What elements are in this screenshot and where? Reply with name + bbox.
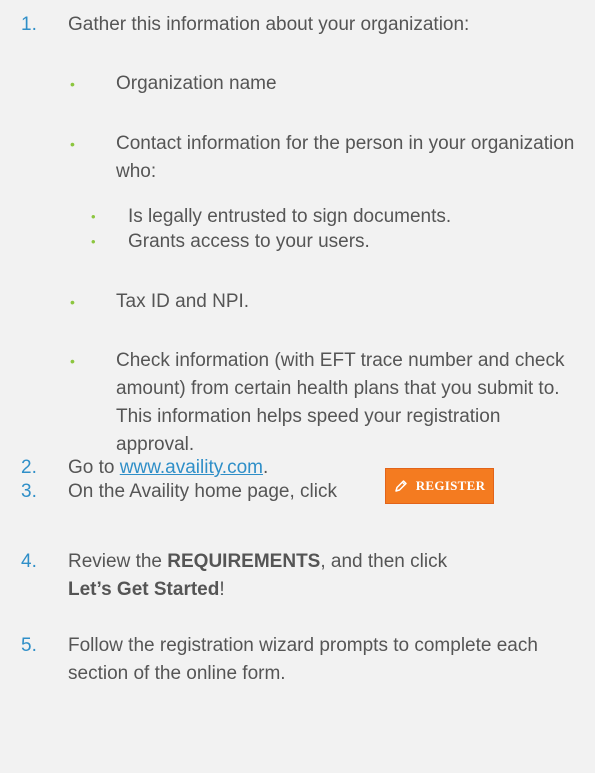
- lets-get-started-label: Let’s Get Started: [68, 579, 220, 600]
- step-4-text-before: Review the: [68, 551, 168, 572]
- pencil-icon: [394, 479, 408, 493]
- instructions-page: 1. Gather this information about your or…: [0, 0, 595, 773]
- bullet: •: [70, 353, 75, 369]
- step-1-number: 1.: [21, 14, 37, 35]
- bullet-tax-id: Tax ID and NPI.: [116, 291, 250, 312]
- step-4-text-after: !: [219, 579, 225, 600]
- bullet: •: [70, 76, 75, 92]
- bullet-check-information: Check information (with EFT trace number…: [116, 350, 565, 455]
- step-2-text-before: Go to: [68, 457, 120, 478]
- sub-bullet: •: [91, 234, 96, 249]
- register-button-label: REGISTER: [415, 478, 486, 493]
- sub-bullet-sign-documents: Is legally entrusted to sign documents.: [128, 206, 452, 227]
- bullet-contact-information: Contact information for the person in yo…: [116, 133, 575, 182]
- sub-bullet: •: [91, 209, 96, 224]
- step-1-text: Gather this information about your organ…: [68, 14, 470, 35]
- availity-link[interactable]: www.availity.com: [120, 457, 263, 478]
- step-4-number: 4.: [21, 551, 37, 572]
- step-4-text-middle: , and then click: [320, 551, 448, 572]
- register-button[interactable]: REGISTER: [385, 468, 494, 504]
- step-4-text: Review the REQUIREMENTS, and then click L…: [68, 548, 581, 604]
- step-3-text: On the Availity home page, click: [68, 481, 337, 502]
- bullet-organization-name: Organization name: [116, 73, 277, 94]
- step-5-text: Follow the registration wizard prompts t…: [68, 635, 538, 684]
- step-2-text-after: .: [262, 457, 269, 478]
- requirements-label: REQUIREMENTS: [167, 551, 321, 572]
- bullet: •: [70, 294, 75, 310]
- step-5-number: 5.: [21, 635, 37, 656]
- sub-bullet-grants-access: Grants access to your users.: [128, 231, 370, 252]
- bullet: •: [70, 136, 75, 152]
- step-3-number: 3.: [21, 481, 37, 502]
